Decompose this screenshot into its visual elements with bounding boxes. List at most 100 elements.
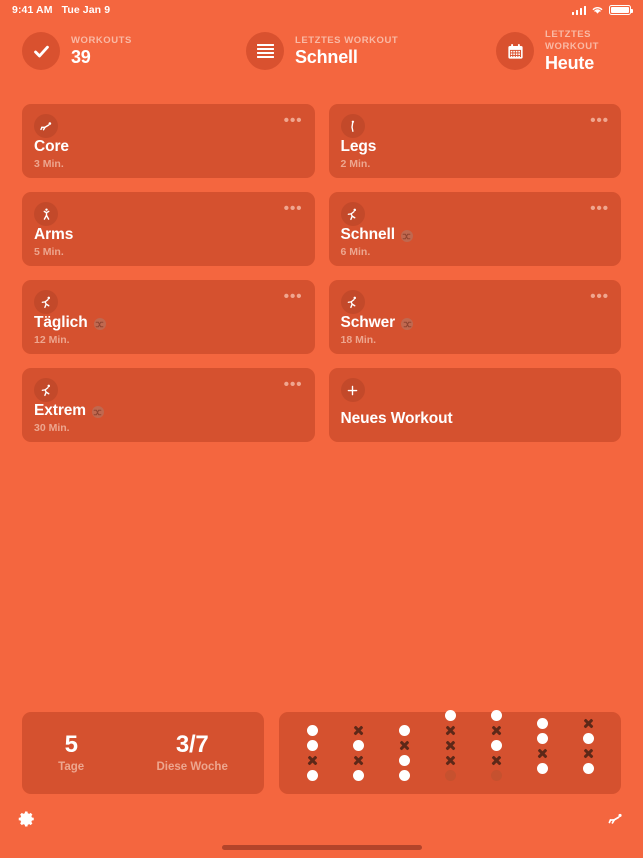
activity-dot [306,725,318,736]
activity-x-mark [583,748,594,759]
summary-stat-workouts[interactable]: WORKOUTS 39 [22,32,246,70]
wifi-icon [591,5,604,15]
workout-card-body: Schwer 18 Min. [341,314,610,347]
workout-card[interactable]: ••• Core 3 Min. [22,104,315,178]
workout-card-body: Schnell 6 Min. [341,226,610,259]
workout-options-button[interactable]: ••• [284,201,303,216]
activity-dot [352,770,364,781]
summary-stat-text: LETZTES WORKOUT Heute [545,29,621,74]
activity-x-mark [307,755,318,766]
summary-stat-last-workout-name[interactable]: LETZTES WORKOUT Schnell [246,32,496,70]
activity-x-mark [353,755,364,766]
bottom-toolbar [0,802,643,836]
home-indicator [221,845,422,850]
workout-card-grid: ••• Core 3 Min. ••• Legs 2 Min. ••• Arms 5 Min. •… [0,82,643,442]
plus-icon [340,378,365,402]
activity-dot-faded [490,770,502,781]
workout-card-header: ••• [340,289,610,314]
summary-stat-value: Heute [545,52,595,73]
summary-stat-last-workout-date[interactable]: LETZTES WORKOUT Heute [496,29,621,74]
streak-stats-panel[interactable]: 5 Tage 3/7 Diese Woche [22,712,264,794]
workout-title: Schnell [340,226,396,243]
workout-title-row: Arms [34,226,303,244]
workout-title-row: Schnell [341,226,610,244]
workout-options-button[interactable]: ••• [590,201,609,216]
activity-dot [536,762,548,774]
workout-card[interactable]: ••• Legs 2 Min. [328,104,621,178]
activity-column [352,725,364,781]
workout-card-body: Arms 5 Min. [34,226,303,259]
workout-title-row: Legs [341,138,610,156]
activity-dot [444,710,456,721]
workout-card-body: Neues Workout [341,410,610,433]
workout-title-row: Täglich [34,314,303,332]
stat-days: 5 Tage [58,731,84,775]
workout-card-body: Extrem 30 Min. [34,402,303,435]
run-exercise-icon [340,202,365,226]
activity-dot [490,710,502,721]
cellular-signal-icon [571,5,586,15]
workout-duration: 2 Min. [340,158,371,170]
workout-card[interactable]: ••• Extrem 30 Min. [22,368,315,442]
battery-icon [609,5,634,15]
activity-column [444,710,456,781]
activity-dot [306,770,318,781]
activity-dot-faded [444,770,456,781]
workout-title: Extrem [34,402,86,419]
activity-dot [582,762,594,774]
summary-header: WORKOUTS 39 LETZTES WORKOUT Schnell LETZ… [0,20,643,82]
workout-options-button[interactable]: ••• [590,289,609,304]
activity-x-mark [491,725,502,736]
status-bar-left: 9:41 AM Tue Jan 9 [12,4,110,16]
activity-x-mark [353,725,364,736]
activity-x-mark [491,755,502,766]
run-exercise-icon [34,290,58,314]
activity-dot [490,740,502,751]
workout-options-button[interactable]: ••• [284,113,303,128]
workout-options-button[interactable]: ••• [284,377,303,392]
activity-dot [352,740,364,751]
status-bar: 9:41 AM Tue Jan 9 [0,0,643,20]
workout-card[interactable]: ••• Täglich 12 Min. [22,280,315,354]
workout-title-row: Core [34,138,303,156]
workout-card[interactable]: ••• Schwer 18 Min. [328,280,621,354]
activity-dot [398,770,410,781]
workout-card-body: Täglich 12 Min. [34,314,303,347]
workout-duration: 30 Min. [34,422,70,434]
summary-stat-value: Schnell [295,46,358,67]
workout-options-button[interactable]: ••• [284,289,303,304]
bottom-panels: 5 Tage 3/7 Diese Woche [22,710,621,794]
activity-column [398,725,410,781]
activity-dot [306,740,318,751]
summary-stat-label: WORKOUTS [71,34,132,46]
workout-card[interactable]: ••• Schnell 6 Min. [328,192,621,266]
workout-options-button[interactable]: ••• [590,113,609,128]
workout-title: Arms [34,226,74,243]
shuffle-icon [401,318,414,330]
stat-days-number: 5 [64,731,78,758]
workout-card[interactable]: ••• Arms 5 Min. [22,192,315,266]
shuffle-icon [400,230,413,242]
gear-icon[interactable] [16,808,38,830]
stat-days-caption: Tage [58,761,85,773]
run-exercise-icon [34,378,58,402]
new-workout-card[interactable]: Neues Workout [328,368,621,442]
activity-x-mark [537,748,548,759]
workout-card-header: ••• [340,113,610,138]
workout-card-body: Core 3 Min. [34,138,303,171]
workout-duration: 3 Min. [34,158,64,170]
activity-column [582,718,594,774]
activity-history-panel[interactable] [279,710,621,794]
workout-title-row: Neues Workout [341,410,610,428]
activity-dot [536,717,548,729]
run-exercise-icon [340,290,365,314]
activity-column [490,710,502,781]
workout-card-header: ••• [34,289,303,314]
core-exercise-icon[interactable] [605,808,627,830]
stat-week-caption: Diese Woche [156,761,228,773]
activity-x-mark [445,740,456,751]
core-exercise-icon [34,114,58,138]
arms-exercise-icon [34,202,58,226]
legs-exercise-icon [340,114,365,138]
workout-duration: 6 Min. [340,246,371,258]
